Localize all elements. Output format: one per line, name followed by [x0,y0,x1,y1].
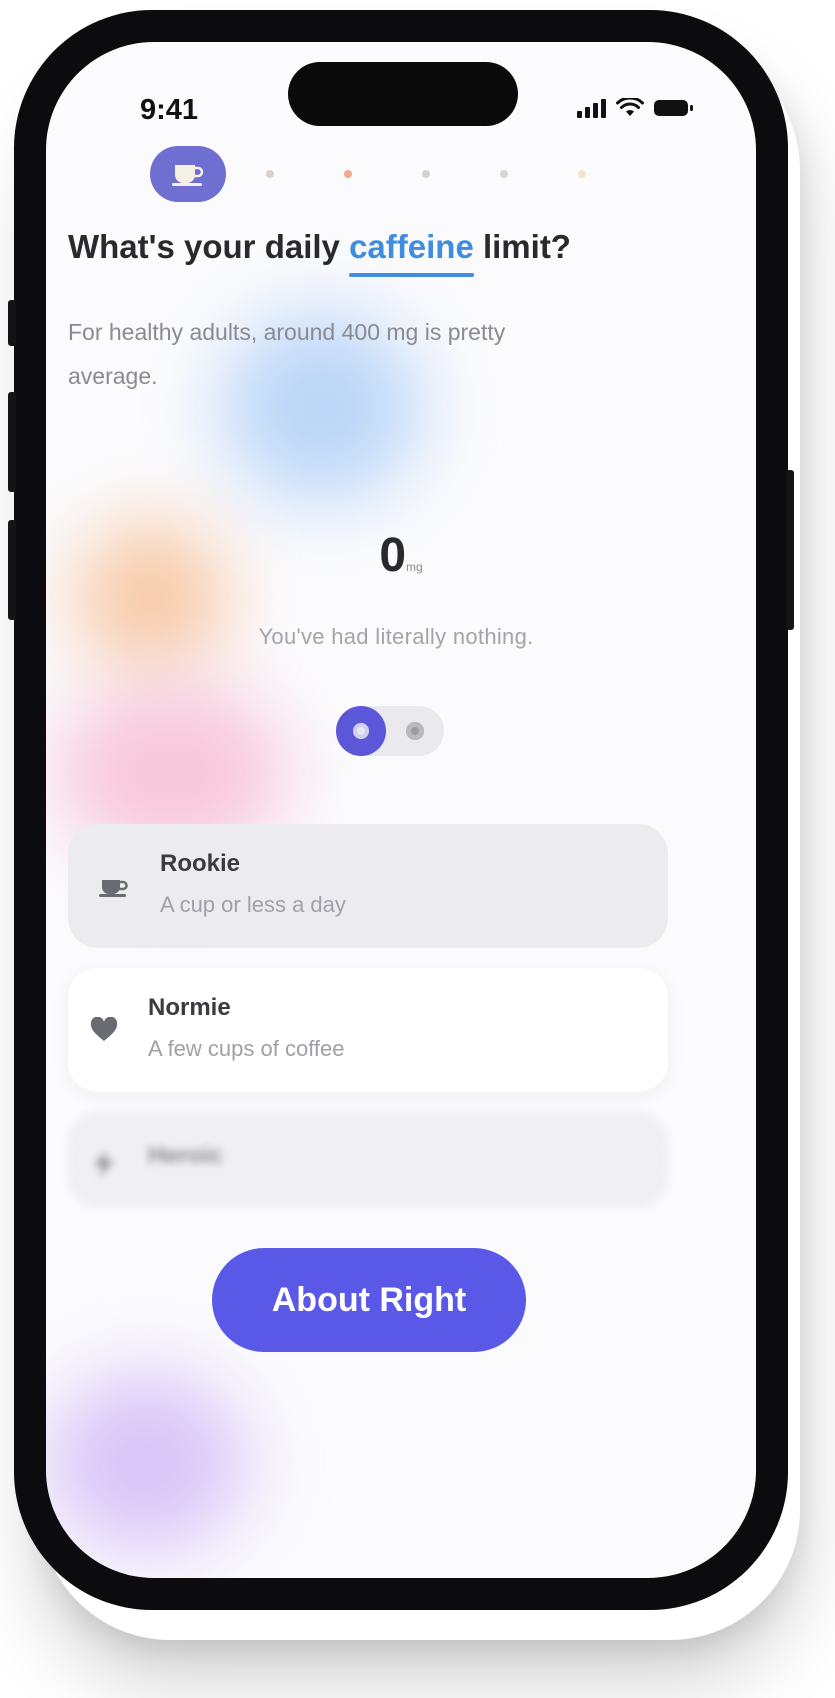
action-button [8,300,16,346]
signal-icon [577,99,606,118]
title-highlight-text: caffeine [349,228,474,265]
page-subtitle: For healthy adults, around 400 mg is pre… [68,319,506,389]
purple-blob [46,1372,246,1552]
wifi-icon [616,98,644,116]
volume-down-button [8,520,16,620]
option-subtitle: A few cups of coffee [148,1036,345,1061]
step-active[interactable] [150,146,226,202]
about-right-button[interactable]: About Right [212,1248,526,1352]
title-prefix: What's your daily [68,228,350,265]
step-dot-6 [578,170,586,178]
volume-up-button [8,392,16,492]
scene: 9:41 What's your daily caffeine limit? F… [0,0,835,1698]
option-subtitle: A cup or less a day [160,892,346,917]
toggle-knob-dot [353,723,369,739]
status-icons [576,98,694,118]
option-title: Heroic [148,1142,223,1169]
progress-steps [150,146,586,202]
option-title: Normie [148,994,231,1021]
page-title: What's your daily caffeine limit? [68,228,571,277]
option-title: Rookie [160,850,241,877]
intake-value: 0 [379,529,407,582]
step-dot-5 [500,170,508,178]
heart-icon [84,1010,124,1050]
bolt-icon [84,1144,124,1184]
status-time: 9:41 [140,94,199,126]
app-screen: 9:41 What's your daily caffeine limit? F… [46,42,756,1578]
battery-icon [654,100,693,116]
highlight-underline [349,273,474,277]
intake-unit: mg [406,560,423,574]
dynamic-island [288,62,518,126]
toggle-knob-active[interactable] [336,706,386,756]
intake-readout: 0mg [46,528,756,583]
title-highlight: caffeine [349,228,474,277]
unit-toggle[interactable] [336,706,444,756]
coffee-cup-icon [94,866,134,906]
option-normie[interactable]: Normie A few cups of coffee [68,968,668,1092]
step-dot-2 [266,170,274,178]
option-heroic[interactable]: Heroic [68,1112,668,1208]
toggle-knob-inactive[interactable] [406,722,424,740]
option-rookie[interactable]: Rookie A cup or less a day [68,824,668,948]
step-dot-4 [422,170,430,178]
intake-note: You've had literally nothing. [258,624,534,649]
step-dot-3 [344,170,352,178]
title-suffix: limit? [473,228,571,265]
power-button [786,470,794,630]
coffee-cup-icon [172,165,204,186]
